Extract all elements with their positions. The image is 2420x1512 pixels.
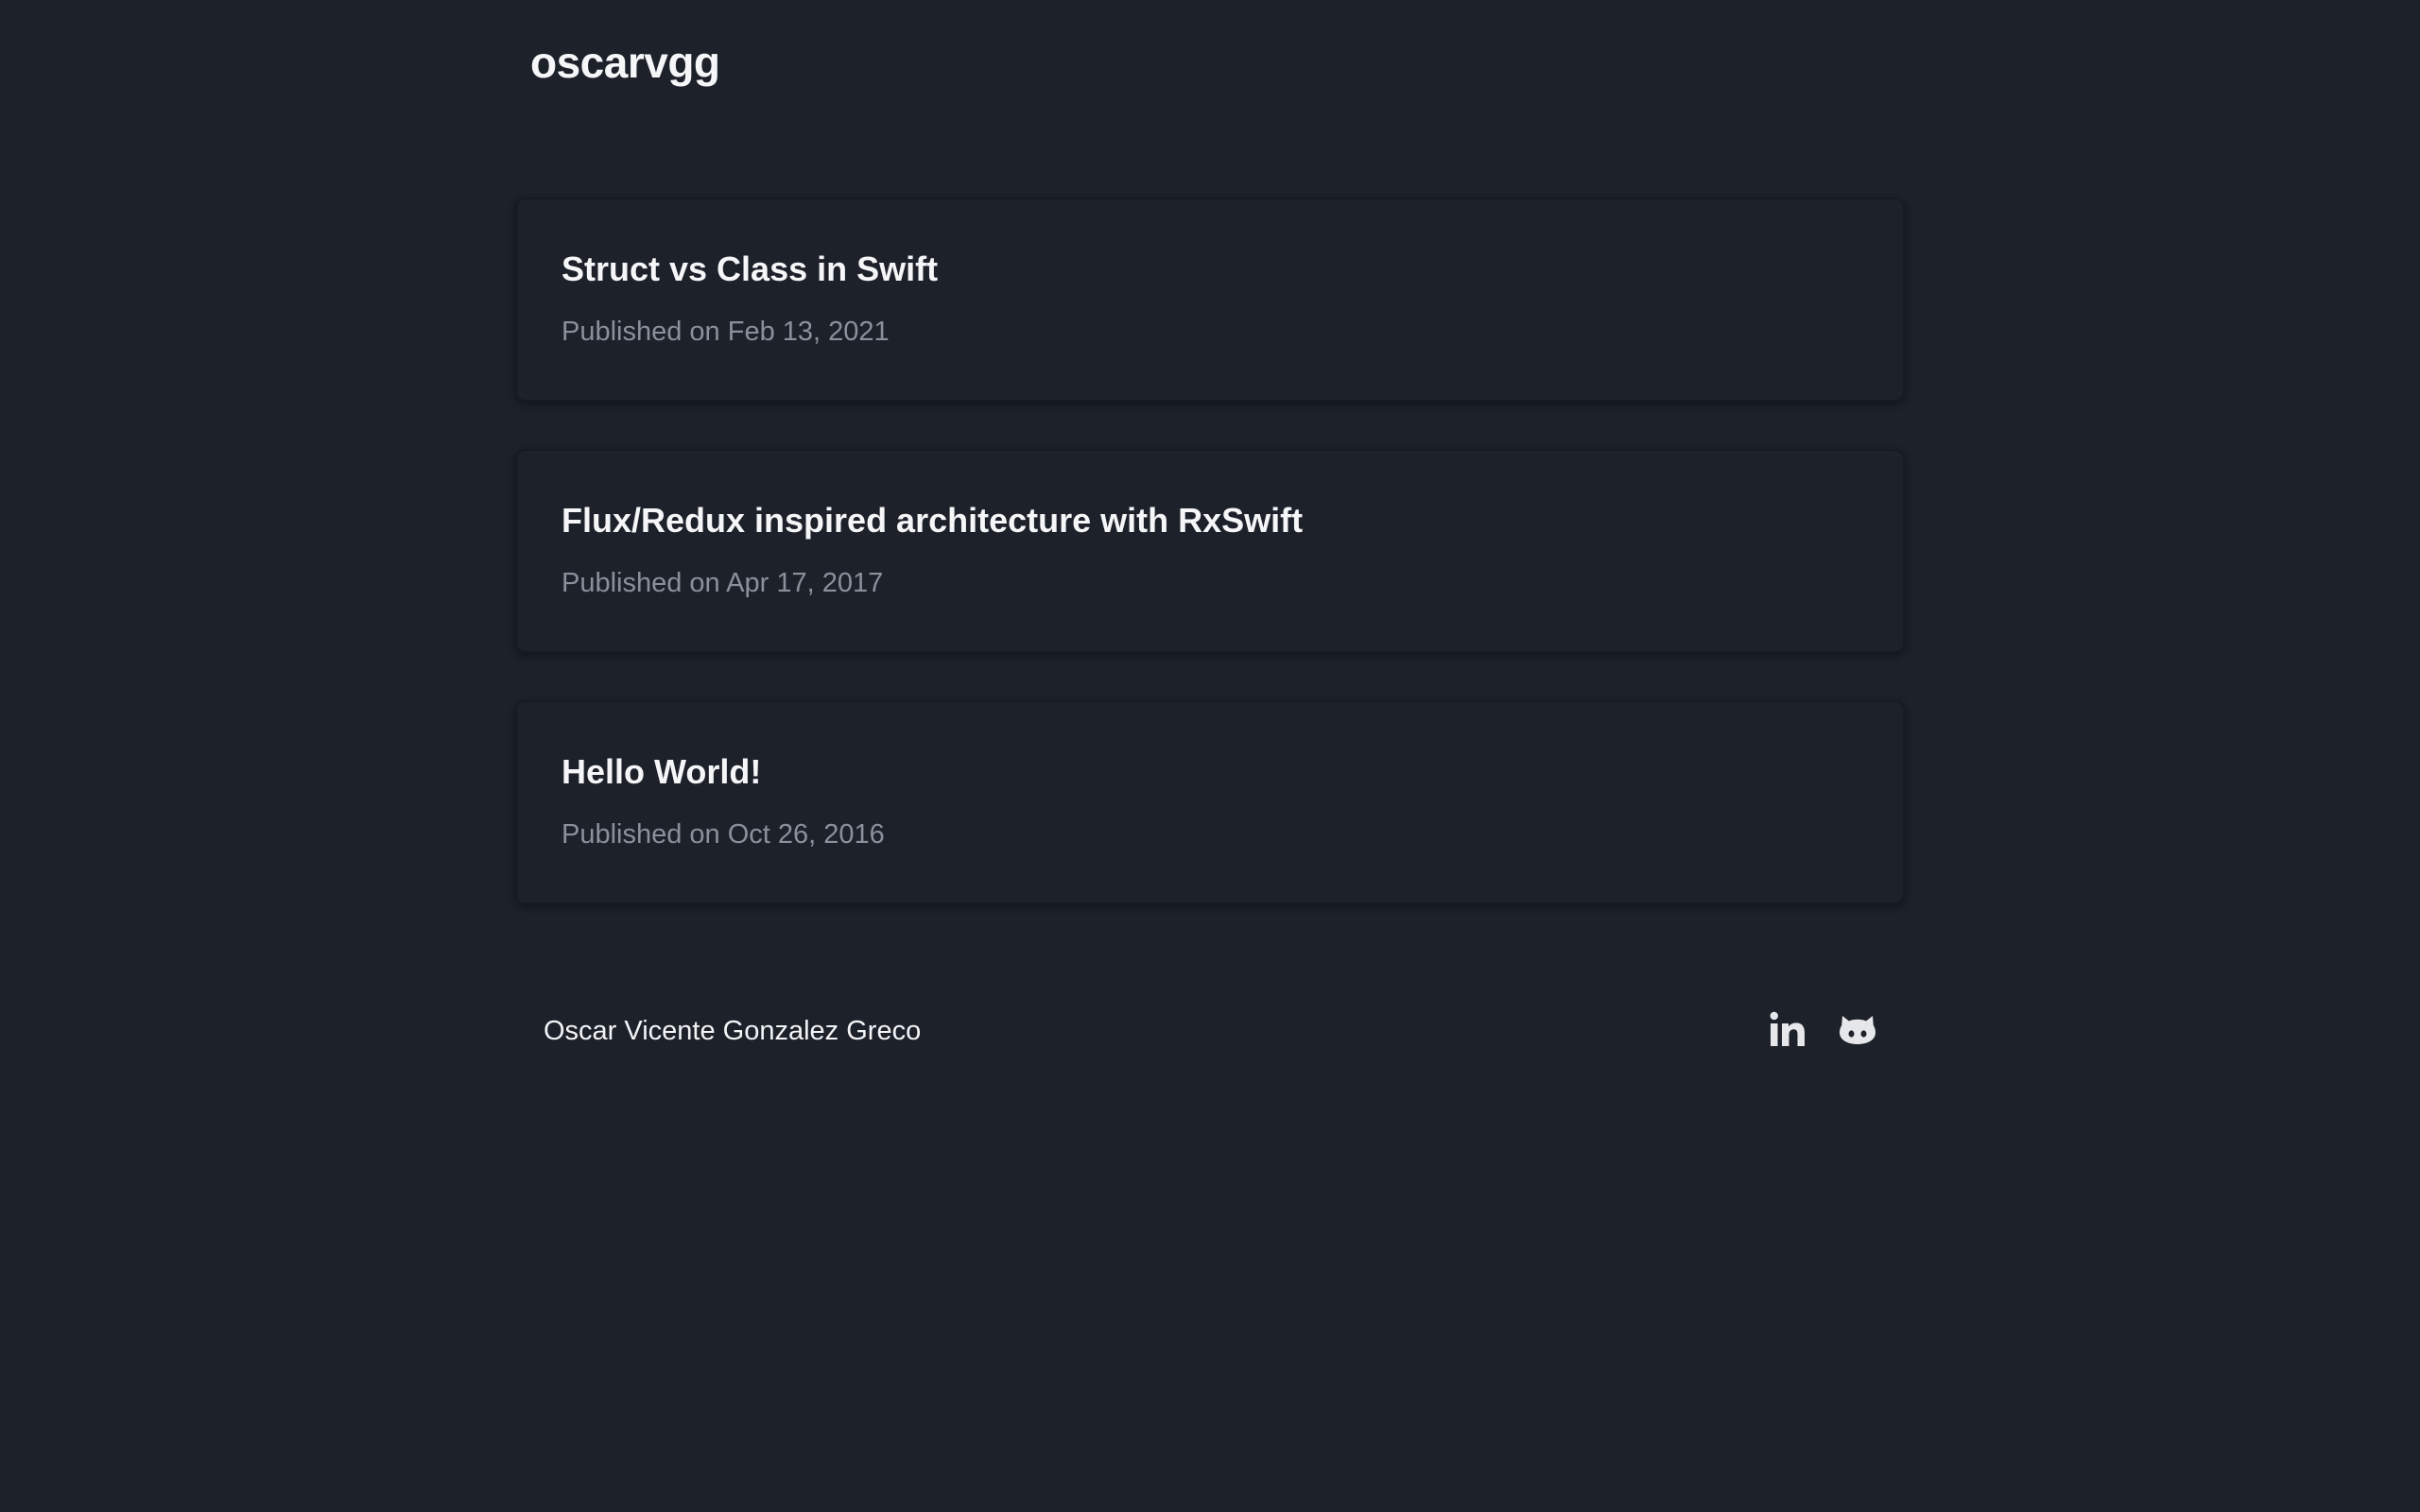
linkedin-icon: [1770, 1011, 1805, 1046]
post-title[interactable]: Hello World!: [562, 751, 1858, 793]
post-date: Published on Oct 26, 2016: [562, 819, 885, 850]
post-list: Struct vs Class in Swift Published on Fe…: [515, 198, 1905, 952]
footer: Oscar Vicente Gonzalez Greco: [515, 1006, 1905, 1056]
post-title[interactable]: Flux/Redux inspired architecture with Rx…: [562, 500, 1858, 541]
post-card[interactable]: Hello World! Published on Oct 26, 2016: [515, 700, 1905, 904]
post-card[interactable]: Struct vs Class in Swift Published on Fe…: [515, 198, 1905, 402]
post-date: Published on Feb 13, 2021: [562, 317, 890, 347]
linkedin-link[interactable]: [1769, 1010, 1806, 1048]
post-date: Published on Apr 17, 2017: [562, 568, 884, 598]
site-title-link[interactable]: oscarvgg: [530, 36, 720, 89]
post-title[interactable]: Struct vs Class in Swift: [562, 249, 1858, 290]
author-name: Oscar Vicente Gonzalez Greco: [544, 1016, 922, 1046]
post-card[interactable]: Flux/Redux inspired architecture with Rx…: [515, 449, 1905, 653]
github-icon: [1840, 1016, 1876, 1044]
github-link[interactable]: [1839, 1010, 1876, 1048]
social-links: [1769, 1010, 1876, 1048]
